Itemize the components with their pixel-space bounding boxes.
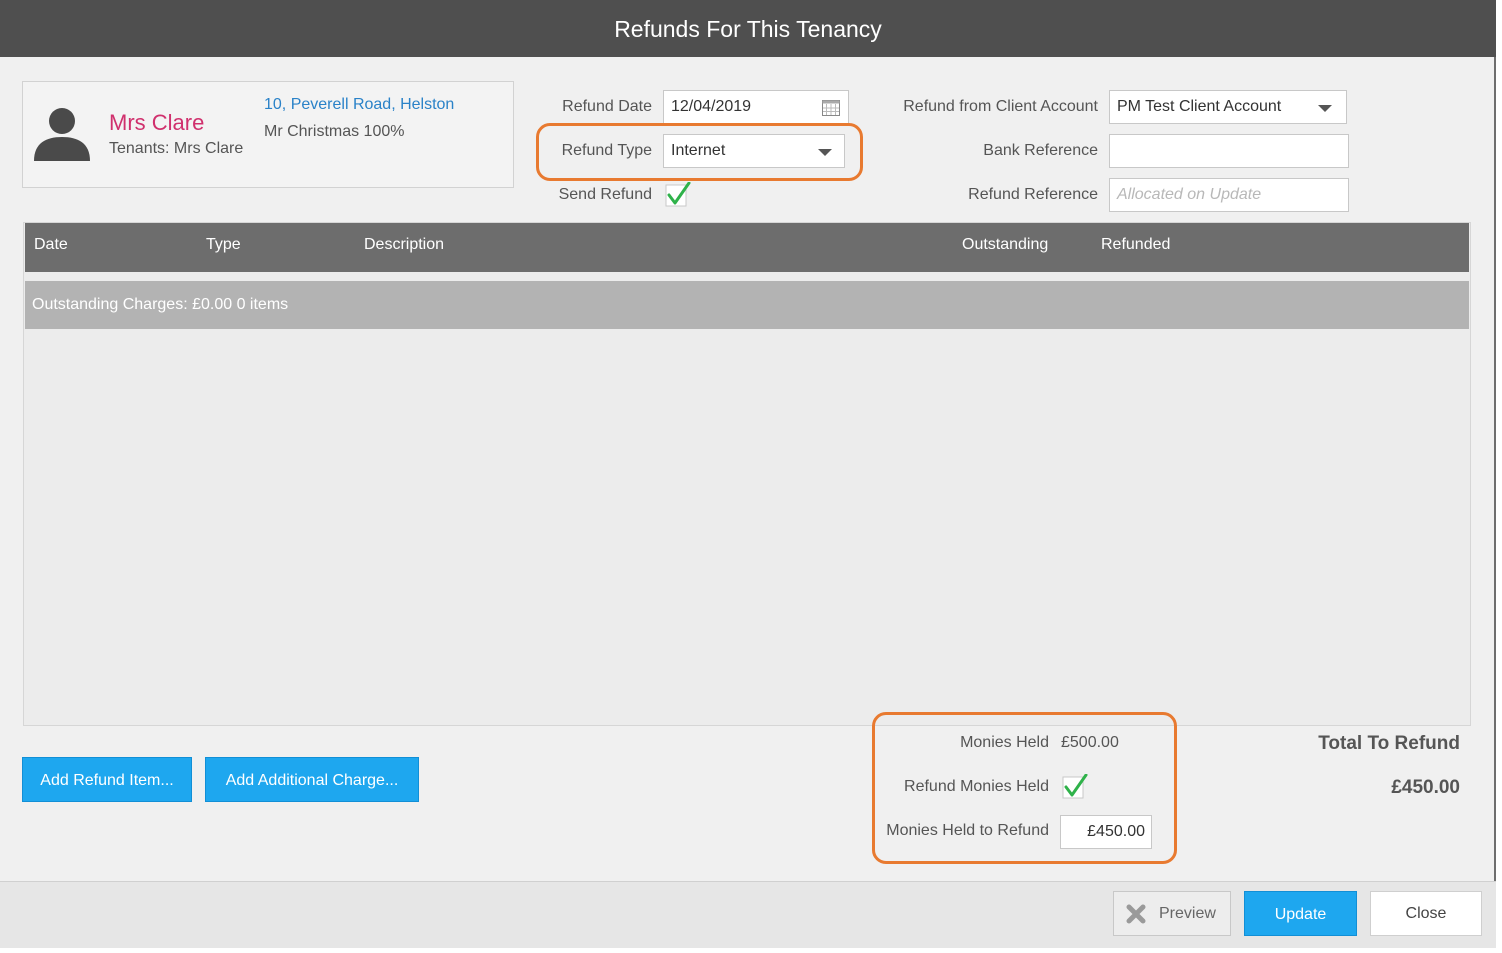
total-to-refund-value: £450.00 — [1391, 777, 1460, 798]
send-refund-label: Send Refund — [558, 186, 652, 203]
property-address-link[interactable]: 10, Peverell Road, Helston — [264, 96, 454, 114]
outstanding-charges-group[interactable]: Outstanding Charges: £0.00 0 items — [25, 281, 1469, 329]
refund-date-field[interactable]: 12/04/2019 — [663, 90, 849, 124]
monies-held-highlight — [872, 712, 1177, 864]
column-header-description[interactable]: Description — [364, 236, 444, 254]
update-button[interactable]: Update — [1244, 891, 1357, 936]
total-to-refund-label: Total To Refund — [1318, 733, 1460, 754]
dialog-title: Refunds For This Tenancy — [0, 0, 1496, 57]
close-x-icon — [1126, 904, 1146, 924]
refund-date-label: Refund Date — [562, 98, 652, 115]
landlord-ownership: Mr Christmas 100% — [264, 123, 405, 140]
bank-reference-input[interactable] — [1109, 134, 1349, 168]
column-header-refunded[interactable]: Refunded — [1101, 236, 1170, 254]
client-account-value: PM Test Client Account — [1117, 98, 1282, 115]
refund-date-value: 12/04/2019 — [671, 98, 752, 115]
chevron-down-icon — [1318, 105, 1332, 112]
preview-label: Preview — [1159, 905, 1216, 922]
add-refund-item-button[interactable]: Add Refund Item... — [22, 757, 192, 802]
refund-reference-input[interactable]: Allocated on Update — [1109, 178, 1349, 212]
calendar-icon[interactable] — [822, 99, 840, 116]
add-additional-charge-button[interactable]: Add Additional Charge... — [205, 757, 419, 802]
bank-reference-label: Bank Reference — [983, 142, 1098, 159]
tenant-name[interactable]: Mrs Clare — [109, 110, 204, 136]
client-account-label: Refund from Client Account — [903, 98, 1098, 115]
close-button[interactable]: Close — [1370, 891, 1482, 936]
preview-button[interactable]: Preview — [1113, 891, 1231, 936]
refund-type-highlight — [536, 123, 863, 181]
column-header-type[interactable]: Type — [206, 236, 241, 254]
person-silhouette-icon — [34, 108, 90, 161]
tenants-line: Tenants: Mrs Clare — [109, 140, 244, 157]
grid-header: Date Type Description Outstanding Refund… — [25, 223, 1469, 272]
column-header-date[interactable]: Date — [34, 236, 68, 254]
tenant-card: Mrs Clare Tenants: Mrs Clare 10, Peverel… — [22, 81, 514, 188]
refund-reference-label: Refund Reference — [968, 186, 1098, 203]
column-header-outstanding[interactable]: Outstanding — [962, 236, 1048, 254]
client-account-select[interactable]: PM Test Client Account — [1109, 90, 1347, 124]
refunds-dialog: Refunds For This Tenancy Mrs Clare Tenan… — [0, 0, 1496, 948]
send-refund-checkbox[interactable] — [665, 182, 691, 208]
